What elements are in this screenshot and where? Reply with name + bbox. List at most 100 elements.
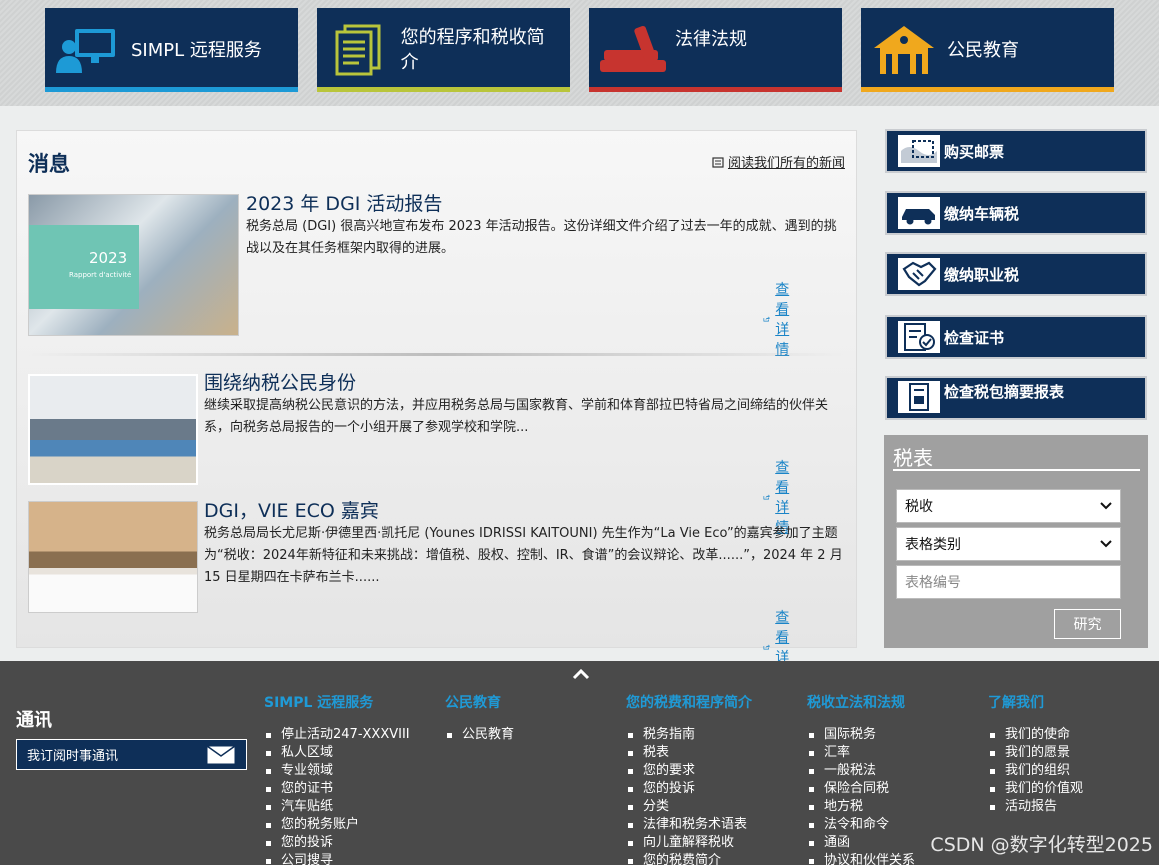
footer-link[interactable]: 专业领域 (264, 762, 410, 780)
footer-column-title[interactable]: 公民教育 (445, 692, 514, 712)
footer-column-procedures: 您的税费和程序简介 税务指南 税表 您的要求 您的投诉 分类 法律和税务术语表 … (626, 692, 752, 865)
footer-link[interactable]: 您的投诉 (626, 780, 752, 798)
tile-simpl-remote-services[interactable]: SIMPL 远程服务 (45, 8, 298, 92)
tile-label: SIMPL 远程服务 (131, 39, 262, 61)
tax-forms-panel: 税表 税收 表格类别 表格编号 研究 (884, 435, 1148, 648)
footer-link[interactable]: 通函 (807, 834, 915, 852)
service-label: 缴纳职业税 (944, 265, 1020, 284)
watermark: CSDN @数字化转型2025 (930, 834, 1153, 856)
article-thumbnail[interactable] (28, 374, 198, 485)
footer-link[interactable]: 汽车贴纸 (264, 798, 410, 816)
article-text: 继续采取提高纳税公民意识的方法，并应用税务总局与国家教育、学前和体育部拉巴特省局… (204, 398, 829, 435)
article-title[interactable]: DGI，VIE ECO 嘉宾 (204, 496, 379, 523)
car-icon (898, 197, 940, 229)
read-more-label: 查看详情 (775, 282, 790, 358)
footer-link[interactable]: 私人区域 (264, 744, 410, 762)
service-vehicle-tax[interactable]: 缴纳车辆税 (885, 191, 1147, 235)
chevron-down-icon (1100, 502, 1112, 510)
footer-link[interactable]: 停止活动247-XXXVIII (264, 726, 410, 744)
footer-column-title[interactable]: 了解我们 (988, 692, 1083, 712)
report-icon (898, 381, 940, 413)
article-title[interactable]: 围绕纳税公民身份 (204, 368, 356, 395)
footer-link[interactable]: 您的税费简介 (626, 852, 752, 865)
search-button[interactable]: 研究 (1054, 609, 1121, 639)
footer-link[interactable]: 一般税法 (807, 762, 915, 780)
article-thumbnail[interactable] (28, 501, 198, 613)
footer-column-title[interactable]: 税收立法和法规 (807, 692, 915, 712)
service-label: 检查税包摘要报表 (944, 383, 1065, 401)
read-all-label: 阅读我们所有的新闻 (727, 156, 845, 171)
footer-link[interactable]: 我们的使命 (988, 726, 1083, 744)
newsletter-subscribe-button[interactable]: 我订阅时事通讯 (16, 739, 247, 770)
form-number-placeholder: 表格编号 (905, 575, 961, 591)
news-panel: 消息 阅读我们所有的新闻 2023 Rapport d'activité 202… (16, 130, 857, 686)
share-arrow-icon (763, 644, 770, 650)
stamp-icon (898, 135, 940, 167)
footer-link[interactable]: 我们的愿景 (988, 744, 1083, 762)
footer-link[interactable]: 汇率 (807, 744, 915, 762)
article-thumbnail[interactable]: 2023 Rapport d'activité (28, 194, 239, 336)
chevron-up-icon[interactable] (572, 665, 590, 684)
tile-color-bar (861, 87, 1114, 92)
footer-column-legislation: 税收立法和法规 国际税务 汇率 一般税法 保险合同税 地方税 法令和命令 通函 … (807, 692, 915, 865)
tax-forms-title: 税表 (893, 446, 933, 470)
footer-link[interactable]: 我们的组织 (988, 762, 1083, 780)
footer-link[interactable]: 您的税务账户 (264, 816, 410, 834)
article-title[interactable]: 2023 年 DGI 活动报告 (246, 189, 442, 216)
service-check-certificate[interactable]: 检查证书 (885, 315, 1147, 359)
footer-link[interactable]: 保险合同税 (807, 780, 915, 798)
footer-column-title[interactable]: 您的税费和程序简介 (626, 692, 752, 712)
footer-link[interactable]: 税务指南 (626, 726, 752, 744)
article-text: 税务总局 (DGI) 很高兴地宣布发布 2023 年活动报告。这份详细文件介绍了… (246, 219, 837, 256)
footer-link[interactable]: 税表 (626, 744, 752, 762)
service-buy-stamps[interactable]: 购买邮票 (885, 129, 1147, 173)
footer-link[interactable]: 活动报告 (988, 798, 1083, 816)
tile-laws-regulations[interactable]: 法律法规 (589, 8, 842, 92)
footer-link[interactable]: 您的证书 (264, 780, 410, 798)
read-more-link[interactable]: 查看详情 (763, 279, 799, 359)
footer-link[interactable]: 公民教育 (445, 726, 514, 744)
tax-type-select[interactable]: 税收 (896, 489, 1121, 523)
tile-procedures-tax-intro[interactable]: 您的程序和税收简介 (317, 8, 570, 92)
newsletter-title: 通讯 (16, 710, 52, 731)
share-arrow-icon (763, 316, 770, 322)
footer-column-civic: 公民教育 公民教育 (445, 692, 514, 744)
tile-color-bar (317, 87, 570, 92)
computer-user-icon (45, 8, 131, 92)
footer-link[interactable]: 您的要求 (626, 762, 752, 780)
footer-link[interactable]: 您的投诉 (264, 834, 410, 852)
share-arrow-icon (763, 494, 770, 500)
footer-link[interactable]: 向儿童解释税收 (626, 834, 752, 852)
tile-color-bar (45, 87, 298, 92)
report-year: 2023 (89, 249, 128, 267)
footer-link[interactable]: 协议和伙伴关系 (807, 852, 915, 865)
footer-link[interactable]: 地方税 (807, 798, 915, 816)
form-category-value: 表格类别 (905, 537, 961, 553)
school-building-icon (861, 8, 947, 92)
footer-link[interactable]: 分类 (626, 798, 752, 816)
footer-link[interactable]: 公司搜寻 (264, 852, 410, 865)
footer-link[interactable]: 国际税务 (807, 726, 915, 744)
footer-column-title[interactable]: SIMPL 远程服务 (264, 692, 410, 712)
documents-icon (317, 8, 401, 92)
report-caption: Rapport d'activité (69, 271, 132, 279)
tile-color-bar (589, 87, 842, 92)
service-check-summary-report[interactable]: 检查税包摘要报表 (885, 376, 1147, 420)
tile-label: 公民教育 (947, 39, 1019, 61)
footer-link[interactable]: 法律和税务术语表 (626, 816, 752, 834)
newspaper-icon (712, 156, 724, 168)
footer-link[interactable]: 法令和命令 (807, 816, 915, 834)
newsletter-label: 我订阅时事通讯 (27, 749, 119, 764)
read-all-news-link[interactable]: 阅读我们所有的新闻 (712, 152, 845, 171)
tile-civic-education[interactable]: 公民教育 (861, 8, 1114, 92)
service-label: 检查证书 (944, 328, 1005, 347)
form-number-input[interactable]: 表格编号 (896, 565, 1121, 599)
form-category-select[interactable]: 表格类别 (896, 527, 1121, 561)
handshake-icon (898, 258, 940, 290)
service-label: 购买邮票 (944, 142, 1005, 161)
footer-link[interactable]: 我们的价值观 (988, 780, 1083, 798)
service-label: 缴纳车辆税 (944, 204, 1020, 223)
service-professional-tax[interactable]: 缴纳职业税 (885, 252, 1147, 296)
footer-column-about: 了解我们 我们的使命 我们的愿景 我们的组织 我们的价值观 活动报告 (988, 692, 1083, 816)
tile-label: 您的程序和税收简介 (400, 27, 545, 73)
